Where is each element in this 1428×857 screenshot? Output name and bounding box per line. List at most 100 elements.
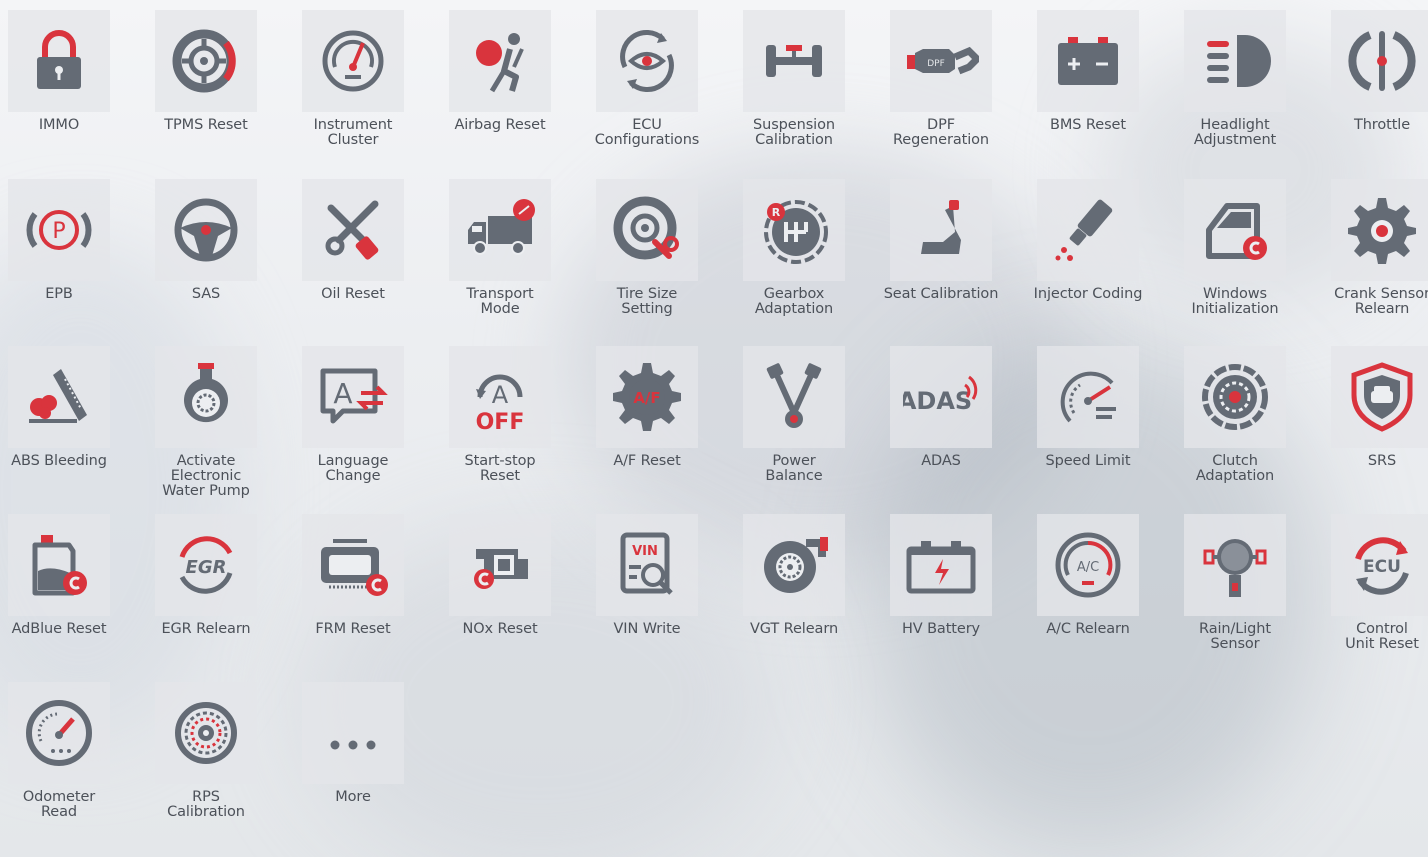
tile-label: IMMO (38, 117, 80, 133)
tile-label: Rain/Light Sensor (1199, 621, 1271, 652)
tile-label: Suspension Calibration (753, 117, 835, 148)
tire-pressure-icon (172, 29, 236, 93)
tile-abs-bleeding[interactable]: ABS Bleeding (0, 336, 147, 504)
tile-sas[interactable]: SAS (147, 169, 294, 337)
tile-start-stop-reset[interactable]: A OFF Start-stop Reset (441, 336, 588, 504)
tile-transport-mode[interactable]: Transport Mode (441, 169, 588, 337)
adblue-icon (32, 535, 87, 596)
tile-label: Oil Reset (321, 286, 385, 302)
rain-light-sensor-icon (1203, 539, 1267, 597)
tile-frm-reset[interactable]: FRM Reset (294, 504, 441, 672)
tile-label: Speed Limit (1045, 453, 1131, 469)
tile-bms-reset[interactable]: BMS Reset (1029, 0, 1176, 168)
tile-egr-relearn[interactable]: EGR EGR Relearn (147, 504, 294, 672)
svg-text:OFF: OFF (476, 410, 525, 435)
tile-control-unit-reset[interactable]: ECU Control Unit Reset (1323, 504, 1428, 672)
tile-label: Headlight Adjustment (1193, 117, 1277, 148)
tile-nox-reset[interactable]: NOx Reset (441, 504, 588, 672)
frm-module-icon (321, 539, 388, 596)
svg-text:VIN: VIN (632, 544, 658, 559)
tile-label: Injector Coding (1033, 286, 1143, 302)
tile-label: Odometer Read (22, 789, 96, 820)
tile-label: EPB (45, 286, 73, 302)
tile-label: ADAS (921, 453, 961, 469)
tile-odometer-read[interactable]: Odometer Read (0, 672, 147, 840)
tile-label: VGT Relearn (749, 621, 839, 637)
tile-label: A/F Reset (613, 453, 681, 469)
tile-label: Crank Sensor Relearn (1334, 286, 1428, 317)
tile-tpms-reset[interactable]: TPMS Reset (147, 0, 294, 168)
tile-suspension-calibration[interactable]: Suspension Calibration (735, 0, 882, 168)
tile-dpf-regeneration[interactable]: DPF DPF Regeneration (882, 0, 1029, 168)
svg-text:A: A (492, 381, 509, 409)
tile-hv-battery[interactable]: HV Battery (882, 504, 1029, 672)
speedometer-icon (1060, 371, 1116, 423)
tile-seat-calibration[interactable]: Seat Calibration (882, 169, 1029, 337)
tire-wrench-icon (613, 196, 679, 260)
seat-icon (921, 200, 961, 254)
parking-brake-icon: P (26, 210, 92, 250)
tile-label: Power Balance (765, 453, 823, 484)
clutch-icon (1202, 364, 1268, 430)
svg-text:A/F: A/F (633, 389, 660, 407)
hv-battery-icon (906, 541, 976, 594)
shield-car-icon (1351, 362, 1413, 432)
tile-ac-relearn[interactable]: A/C A/C Relearn (1029, 504, 1176, 672)
abs-bleed-icon (29, 369, 87, 423)
tile-label: AdBlue Reset (11, 621, 107, 637)
tile-gearbox-adaptation[interactable]: R Gearbox Adaptation (735, 169, 882, 337)
tile-windows-initialization[interactable]: Windows Initialization (1176, 169, 1323, 337)
headlight-icon (1207, 35, 1271, 87)
injector-icon (1055, 199, 1113, 261)
tile-label: SAS (191, 286, 221, 302)
tile-label: DPF Regeneration (892, 117, 989, 148)
tile-oil-reset[interactable]: Oil Reset (294, 169, 441, 337)
tile-power-balance[interactable]: Power Balance (735, 336, 882, 504)
tile-headlight-adjustment[interactable]: Headlight Adjustment (1176, 0, 1323, 168)
tile-adas[interactable]: ADAS ADAS (882, 336, 1029, 504)
tile-ecu-configurations[interactable]: ECU Configurations (588, 0, 735, 168)
tile-label: Throttle (1353, 117, 1411, 133)
tile-activate-electronic-water-pump[interactable]: Activate Electronic Water Pump (147, 336, 294, 504)
svg-text:DPF: DPF (927, 59, 945, 69)
gauge-icon (322, 30, 384, 92)
suspension-icon (766, 45, 822, 77)
tile-label: Start-stop Reset (464, 453, 536, 484)
tile-af-reset[interactable]: A/F A/F Reset (588, 336, 735, 504)
tile-instrument-cluster[interactable]: Instrument Cluster (294, 0, 441, 168)
tile-srs[interactable]: SRS (1323, 336, 1428, 504)
tile-label: RPS Calibration (167, 789, 245, 820)
tile-vgt-relearn[interactable]: VGT Relearn (735, 504, 882, 672)
water-pump-icon (184, 363, 228, 423)
tile-epb[interactable]: P EPB (0, 169, 147, 337)
steering-wheel-icon (174, 198, 238, 262)
wrench-oil-icon (325, 200, 379, 260)
svg-text:A: A (333, 377, 352, 410)
gear-icon (1348, 198, 1416, 264)
tile-rain-light-sensor[interactable]: Rain/Light Sensor (1176, 504, 1323, 672)
tile-throttle[interactable]: Throttle (1323, 0, 1428, 168)
adas-icon: ADAS (903, 375, 978, 415)
tile-adblue-reset[interactable]: AdBlue Reset (0, 504, 147, 672)
more-dots-icon (330, 740, 376, 750)
tile-clutch-adaptation[interactable]: Clutch Adaptation (1176, 336, 1323, 504)
tile-more[interactable]: More (294, 672, 441, 840)
tile-vin-write[interactable]: VIN VIN Write (588, 504, 735, 672)
vin-search-icon: VIN (620, 532, 673, 595)
tile-airbag-reset[interactable]: Airbag Reset (441, 0, 588, 168)
ecu-config-icon (620, 30, 674, 92)
tile-rps-calibration[interactable]: RPS Calibration (147, 672, 294, 840)
tile-label: Activate Electronic Water Pump (162, 453, 250, 499)
tile-crank-sensor-relearn[interactable]: Crank Sensor Relearn (1323, 169, 1428, 337)
tile-speed-limit[interactable]: Speed Limit (1029, 336, 1176, 504)
padlock-icon (37, 30, 81, 89)
svg-text:P: P (52, 219, 65, 244)
tile-label: Clutch Adaptation (1195, 453, 1275, 484)
tile-language-change[interactable]: A Language Change (294, 336, 441, 504)
tile-injector-coding[interactable]: Injector Coding (1029, 169, 1176, 337)
svg-text:EGR: EGR (186, 557, 227, 578)
tile-tire-size-setting[interactable]: Tire Size Setting (588, 169, 735, 337)
tile-label: NOx Reset (462, 621, 538, 637)
tile-label: Instrument Cluster (313, 117, 393, 148)
tile-immo[interactable]: IMMO (0, 0, 147, 168)
